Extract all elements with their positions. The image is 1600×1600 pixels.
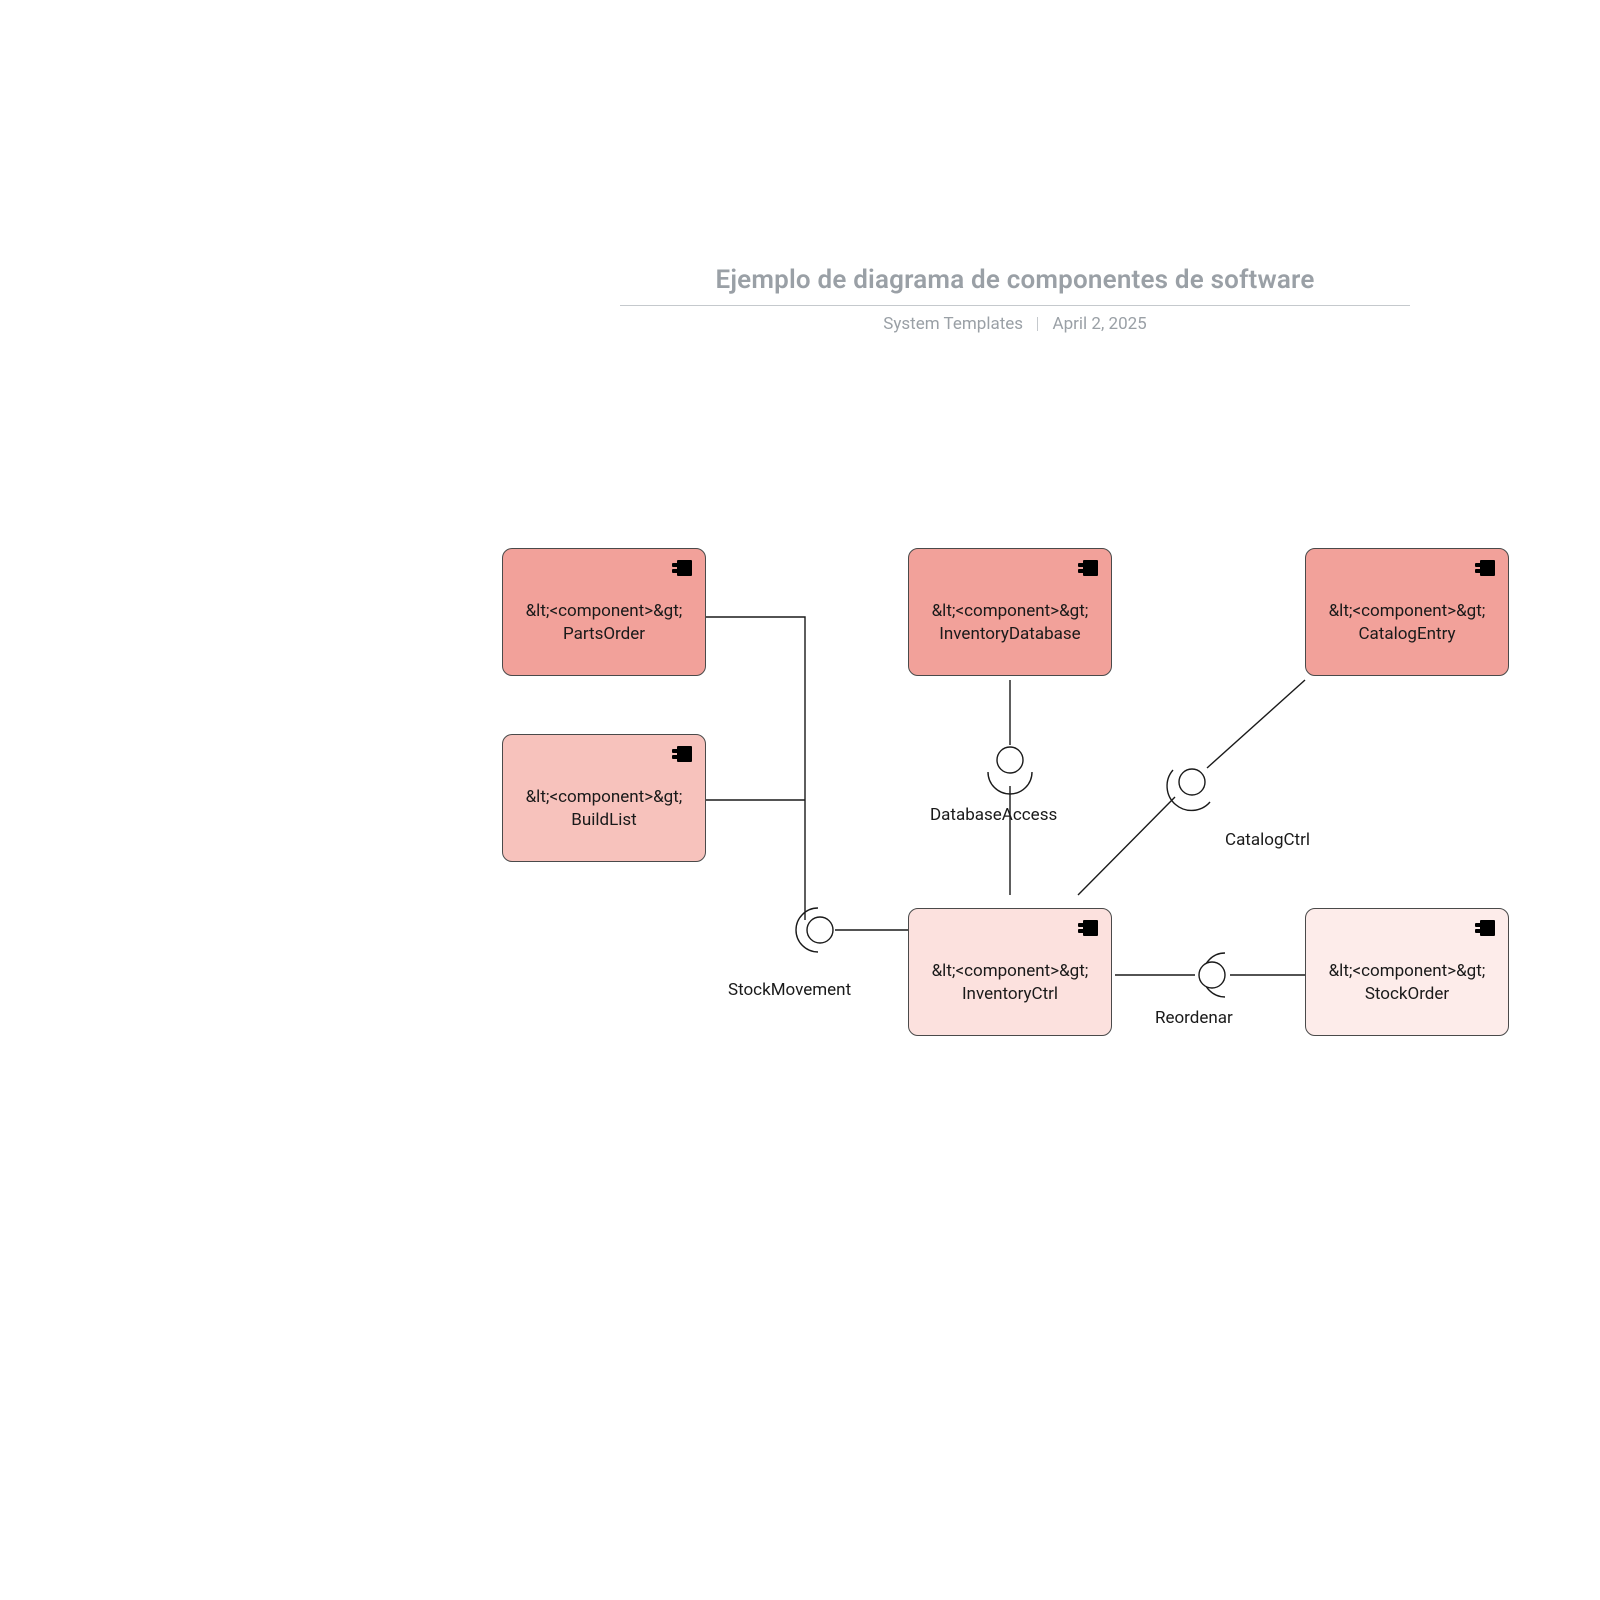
title-divider: [620, 305, 1410, 306]
connector-label-stock-movement: StockMovement: [728, 980, 851, 1000]
component-name: BuildList: [571, 809, 636, 832]
connector-label-reorder: Reordenar: [1155, 1008, 1233, 1028]
component-icon: [671, 745, 693, 770]
component-stereotype: &lt;<component>&gt;: [932, 600, 1089, 623]
component-stereotype: &lt;<component>&gt;: [932, 960, 1089, 983]
component-stock-order[interactable]: &lt;<component>&gt; StockOrder: [1305, 908, 1509, 1036]
component-icon: [671, 559, 693, 584]
component-stereotype: &lt;<component>&gt;: [526, 600, 683, 623]
component-name: PartsOrder: [563, 623, 645, 646]
diagram-date: April 2, 2025: [1053, 314, 1147, 334]
component-name: CatalogEntry: [1358, 623, 1455, 646]
component-parts-order[interactable]: &lt;<component>&gt; PartsOrder: [502, 548, 706, 676]
diagram-header: Ejemplo de diagrama de componentes de so…: [620, 265, 1410, 334]
component-inventory-database[interactable]: &lt;<component>&gt; InventoryDatabase: [908, 548, 1112, 676]
diagram-title: Ejemplo de diagrama de componentes de so…: [620, 265, 1410, 295]
component-icon: [1474, 919, 1496, 944]
component-stereotype: &lt;<component>&gt;: [1329, 600, 1486, 623]
component-stereotype: &lt;<component>&gt;: [526, 786, 683, 809]
meta-separator: [1037, 317, 1038, 331]
diagram-author: System Templates: [883, 314, 1023, 334]
connector-label-database-access: DatabaseAccess: [930, 805, 1057, 825]
connector-label-catalog-ctrl: CatalogCtrl: [1225, 830, 1310, 850]
component-icon: [1474, 559, 1496, 584]
diagram-canvas: Ejemplo de diagrama de componentes de so…: [0, 0, 1600, 1600]
component-icon: [1077, 559, 1099, 584]
component-build-list[interactable]: &lt;<component>&gt; BuildList: [502, 734, 706, 862]
component-name: StockOrder: [1365, 983, 1449, 1006]
diagram-meta: System Templates April 2, 2025: [620, 314, 1410, 334]
connectors-layer: [0, 0, 1600, 1600]
component-icon: [1077, 919, 1099, 944]
component-name: InventoryCtrl: [962, 983, 1058, 1006]
component-name: InventoryDatabase: [939, 623, 1080, 646]
component-catalog-entry[interactable]: &lt;<component>&gt; CatalogEntry: [1305, 548, 1509, 676]
component-stereotype: &lt;<component>&gt;: [1329, 960, 1486, 983]
component-inventory-ctrl[interactable]: &lt;<component>&gt; InventoryCtrl: [908, 908, 1112, 1036]
